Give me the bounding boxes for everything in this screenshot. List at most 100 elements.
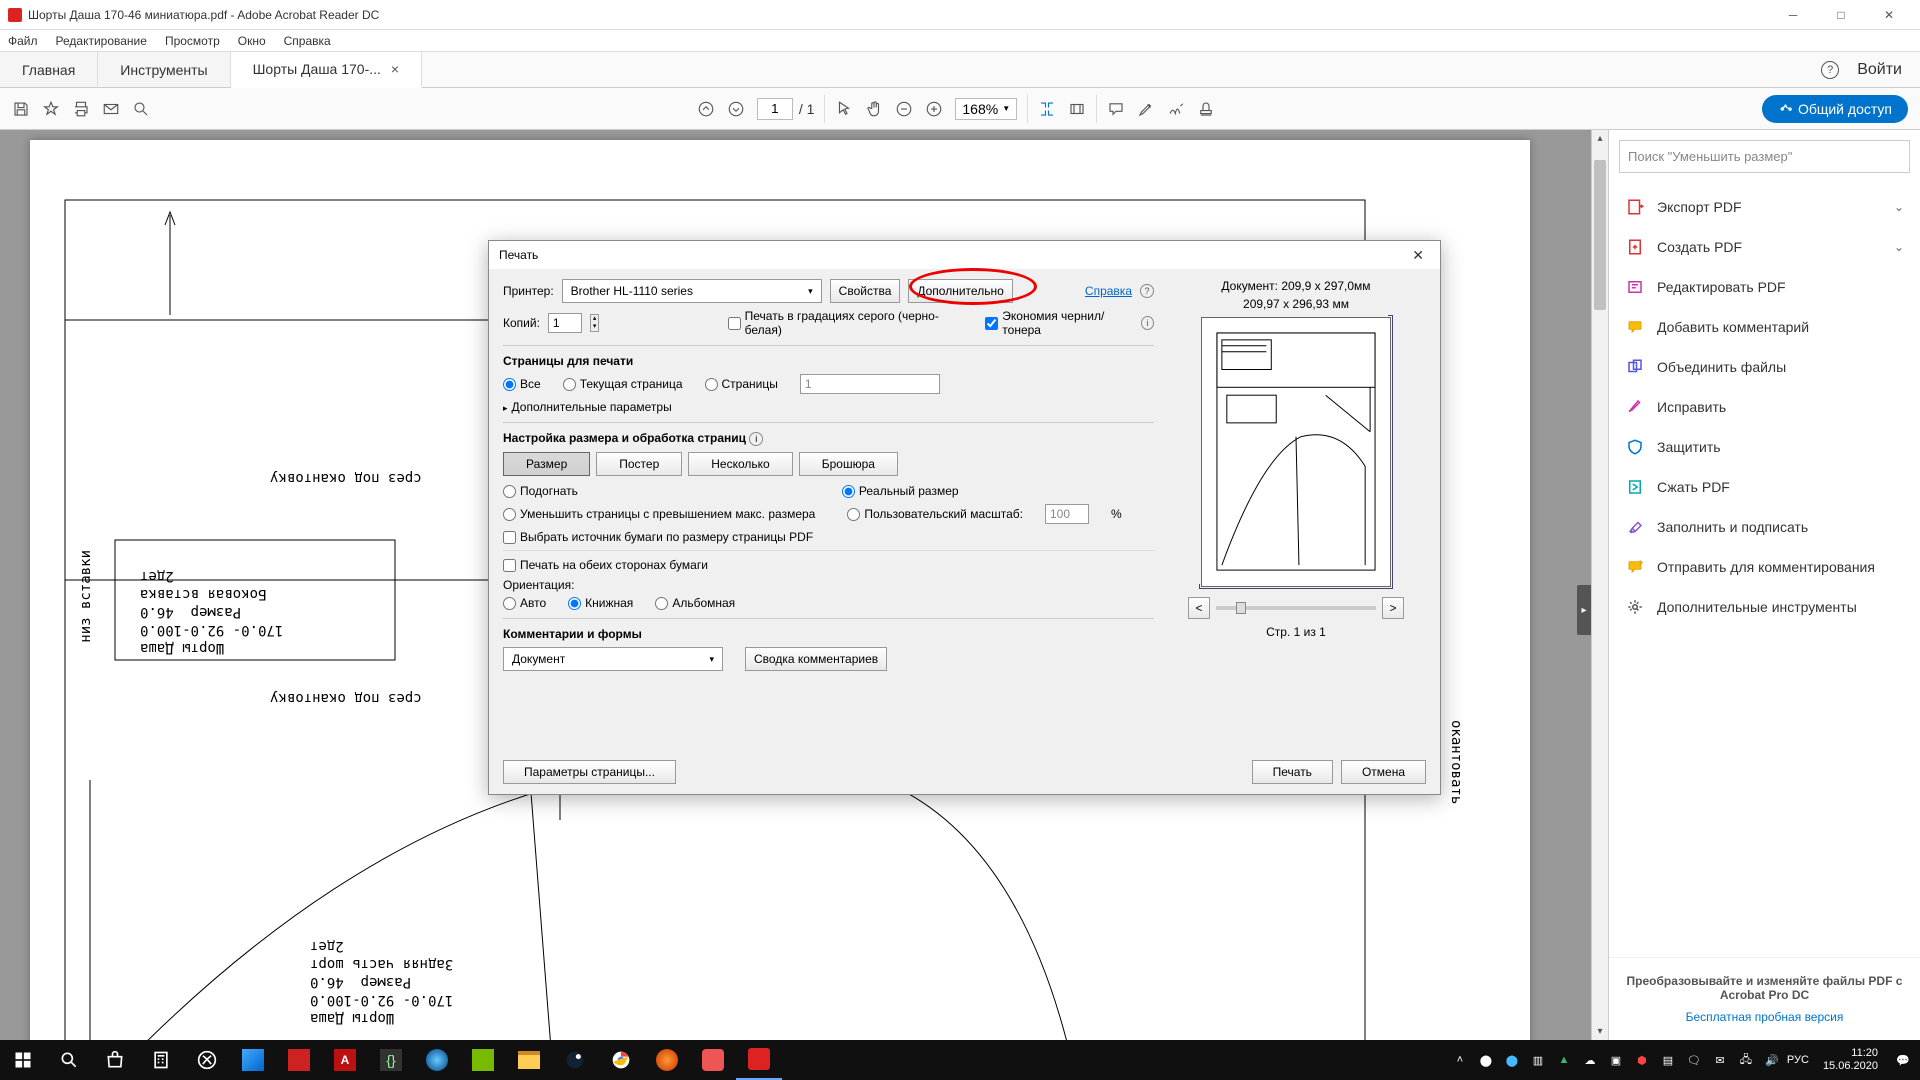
scroll-up-arrow[interactable]: ▴ xyxy=(1592,130,1608,147)
close-button[interactable]: ✕ xyxy=(1866,0,1912,30)
page-setup-button[interactable]: Параметры страницы... xyxy=(503,760,676,784)
calculator-icon[interactable] xyxy=(138,1040,184,1080)
zoom-in-icon[interactable] xyxy=(925,100,943,118)
orient-landscape-radio[interactable]: Альбомная xyxy=(655,596,735,610)
tool-create-pdf[interactable]: Создать PDF⌄ xyxy=(1609,227,1920,267)
scroll-thumb[interactable] xyxy=(1594,160,1606,310)
app-icon[interactable] xyxy=(460,1040,506,1080)
cancel-button[interactable]: Отмена xyxy=(1341,760,1426,784)
advanced-button[interactable]: Дополнительно xyxy=(908,279,1012,303)
minimize-button[interactable]: ─ xyxy=(1770,0,1816,30)
steam-icon[interactable] xyxy=(552,1040,598,1080)
tray-icon[interactable]: ▣ xyxy=(1607,1051,1625,1069)
customscale-input[interactable] xyxy=(1045,504,1089,524)
store-icon[interactable] xyxy=(92,1040,138,1080)
grayscale-checkbox[interactable]: Печать в градациях серого (черно-белая) xyxy=(728,309,960,337)
network-icon[interactable]: 🖧 xyxy=(1737,1051,1755,1069)
orient-auto-radio[interactable]: Авто xyxy=(503,596,546,610)
tool-redact[interactable]: Исправить xyxy=(1609,387,1920,427)
search-taskbar-icon[interactable] xyxy=(46,1040,92,1080)
copies-input[interactable] xyxy=(548,313,582,333)
start-button[interactable] xyxy=(0,1040,46,1080)
page-input[interactable] xyxy=(757,98,793,120)
preview-slider[interactable] xyxy=(1216,606,1376,610)
shrink-radio[interactable]: Уменьшить страницы с превышением макс. р… xyxy=(503,507,815,521)
menu-window[interactable]: Окно xyxy=(238,34,266,48)
customscale-radio[interactable]: Пользовательский масштаб: xyxy=(847,507,1023,521)
pointer-icon[interactable] xyxy=(835,100,853,118)
app-icon[interactable] xyxy=(690,1040,736,1080)
poster-tab[interactable]: Постер xyxy=(596,452,682,476)
tab-tools[interactable]: Инструменты xyxy=(98,52,230,87)
orient-portrait-radio[interactable]: Книжная xyxy=(568,596,633,610)
papersource-checkbox[interactable]: Выбрать источник бумаги по размеру стран… xyxy=(503,530,1154,544)
pages-range-input[interactable] xyxy=(800,374,940,394)
info-icon[interactable]: i xyxy=(1141,316,1154,330)
login-link[interactable]: Войти xyxy=(1857,61,1902,79)
app-icon[interactable] xyxy=(230,1040,276,1080)
booklet-tab[interactable]: Брошюра xyxy=(799,452,898,476)
mail-icon[interactable] xyxy=(102,100,120,118)
page-up-icon[interactable] xyxy=(697,100,715,118)
print-button[interactable]: Печать xyxy=(1252,760,1333,784)
trial-link[interactable]: Бесплатная пробная версия xyxy=(1686,1010,1844,1024)
firefox-icon[interactable] xyxy=(644,1040,690,1080)
size-tab[interactable]: Размер xyxy=(503,452,590,476)
highlight-icon[interactable] xyxy=(1137,100,1155,118)
app-icon[interactable]: {} xyxy=(368,1040,414,1080)
tray-icon[interactable]: ▥ xyxy=(1529,1051,1547,1069)
vertical-scrollbar[interactable]: ▴ ▾ xyxy=(1591,130,1608,1040)
maximize-button[interactable]: □ xyxy=(1818,0,1864,30)
tool-combine[interactable]: Объединить файлы xyxy=(1609,347,1920,387)
help-link[interactable]: Справка xyxy=(1085,284,1132,298)
pages-current-radio[interactable]: Текущая страница xyxy=(563,377,683,391)
more-params-toggle[interactable]: Дополнительные параметры xyxy=(512,400,672,414)
fit-page-icon[interactable] xyxy=(1068,100,1086,118)
tool-more[interactable]: Дополнительные инструменты xyxy=(1609,587,1920,627)
tray-icon[interactable]: ▤ xyxy=(1659,1051,1677,1069)
clock[interactable]: 11:20 15.06.2020 xyxy=(1815,1047,1886,1073)
expand-icon[interactable]: ▸ xyxy=(503,403,508,413)
page-down-icon[interactable] xyxy=(727,100,745,118)
acrobat-icon[interactable] xyxy=(736,1040,782,1080)
help-icon[interactable]: ? xyxy=(1821,61,1839,79)
comments-summary-button[interactable]: Сводка комментариев xyxy=(745,647,887,671)
chrome-icon[interactable] xyxy=(598,1040,644,1080)
comment-icon[interactable] xyxy=(1107,100,1125,118)
save-icon[interactable] xyxy=(12,100,30,118)
print-icon[interactable] xyxy=(72,100,90,118)
tray-chevron-icon[interactable]: ˄ xyxy=(1451,1051,1469,1069)
search-input[interactable]: Поиск "Уменьшить размер" xyxy=(1619,140,1910,173)
duplex-checkbox[interactable]: Печать на обеих сторонах бумаги xyxy=(503,558,1154,572)
tool-comment[interactable]: Добавить комментарий xyxy=(1609,307,1920,347)
tool-protect[interactable]: Защитить xyxy=(1609,427,1920,467)
tray-icon[interactable]: ⬤ xyxy=(1477,1051,1495,1069)
search-icon[interactable] xyxy=(132,100,150,118)
app-icon[interactable] xyxy=(414,1040,460,1080)
tray-icon[interactable]: 🗨 xyxy=(1685,1051,1703,1069)
dialog-close-icon[interactable]: ✕ xyxy=(1406,247,1430,264)
tab-home[interactable]: Главная xyxy=(0,52,98,87)
tab-close-icon[interactable]: × xyxy=(391,61,399,77)
menu-edit[interactable]: Редактирование xyxy=(56,34,147,48)
share-button[interactable]: Общий доступ xyxy=(1762,95,1908,123)
zoom-dropdown[interactable]: 168% ▼ xyxy=(955,98,1017,120)
multiple-tab[interactable]: Несколько xyxy=(688,452,792,476)
printer-dropdown[interactable]: Brother HL-1110 series▾ xyxy=(562,279,822,303)
zoom-out-icon[interactable] xyxy=(895,100,913,118)
help-info-icon[interactable]: ? xyxy=(1140,284,1154,298)
scroll-down-arrow[interactable]: ▾ xyxy=(1592,1023,1608,1040)
explorer-icon[interactable] xyxy=(506,1040,552,1080)
app-icon[interactable] xyxy=(276,1040,322,1080)
menu-view[interactable]: Просмотр xyxy=(165,34,220,48)
inksave-checkbox[interactable]: Экономия чернил/тонера xyxy=(985,309,1133,337)
language-indicator[interactable]: РУС xyxy=(1789,1051,1807,1069)
preview-next-button[interactable]: > xyxy=(1382,597,1404,619)
comments-dropdown[interactable]: Документ▾ xyxy=(503,647,723,671)
pages-all-radio[interactable]: Все xyxy=(503,377,541,391)
properties-button[interactable]: Свойства xyxy=(830,279,901,303)
tray-icon[interactable]: ▲ xyxy=(1555,1051,1573,1069)
info-icon[interactable]: i xyxy=(749,432,763,446)
menu-file[interactable]: Файл xyxy=(8,34,38,48)
sign-icon[interactable] xyxy=(1167,100,1185,118)
